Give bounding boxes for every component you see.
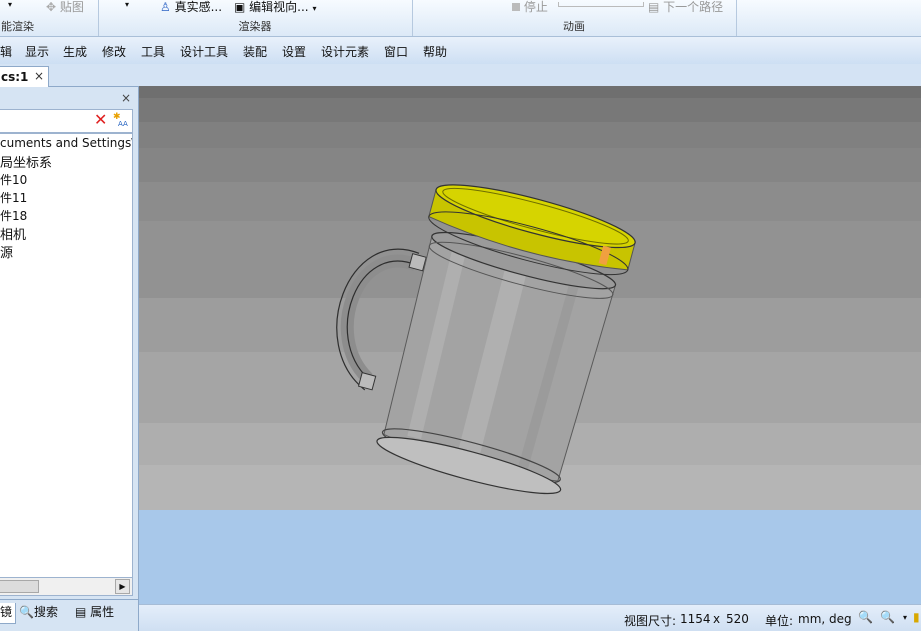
smart-render-group-label: 智能渲染	[0, 20, 34, 33]
menu-tools[interactable]: 工具	[141, 43, 165, 60]
viewport-scene	[139, 86, 921, 604]
menu-window[interactable]: 窗口	[384, 43, 408, 60]
camera-icon: ▣	[234, 0, 246, 14]
tree-item-part-11[interactable]: 件11	[0, 189, 27, 206]
horizontal-scrollbar[interactable]: ▶	[0, 577, 133, 596]
stop-icon	[512, 3, 520, 11]
animation-group-label: 动画	[563, 20, 585, 33]
menu-generate[interactable]: 生成	[63, 43, 87, 60]
dropdown-arrow-icon: ▾	[312, 4, 317, 13]
menu-bar: 辑 显示 生成 修改 工具 设计工具 装配 设置 设计元素 窗口 帮助	[0, 37, 921, 65]
unit-label: 单位:	[765, 614, 794, 628]
document-tab-title: cs:1	[1, 70, 29, 84]
realistic-button[interactable]: ♙ 真实感...	[160, 0, 222, 15]
next-path-label: 下一个路径	[663, 0, 724, 14]
close-icon[interactable]: ×	[34, 69, 44, 83]
tab-scene-browser-label: 镜	[0, 605, 13, 619]
tree-item-coordinate-system[interactable]: 局坐标系	[0, 152, 52, 171]
view-size-label: 视图尺寸:	[624, 614, 677, 628]
next-path-button[interactable]: ▤ 下一个路径	[648, 0, 723, 15]
tab-search[interactable]: 🔍搜索	[19, 603, 58, 623]
realistic-label: 真实感...	[174, 0, 223, 14]
search-field[interactable]: ✕ ✱ AA	[0, 109, 133, 133]
tree-item-part-10[interactable]: 件10	[0, 171, 27, 188]
menu-help[interactable]: 帮助	[423, 43, 447, 60]
edit-view-button[interactable]: ▣ 编辑视向... ▾	[234, 0, 316, 15]
stop-button[interactable]: 停止	[512, 0, 548, 15]
dropdown-arrow-icon[interactable]: ▾	[8, 0, 12, 9]
tab-properties-label: 属性	[90, 605, 115, 619]
ribbon: ✥ 贴图 ▾ 智能渲染 ▾ ♙ 真实感... ▣ 编辑视向... ▾ 渲染器 停…	[0, 0, 921, 37]
menu-edit[interactable]: 辑	[0, 43, 12, 60]
star-filter-icon[interactable]: ✱ AA	[113, 111, 129, 129]
svg-text:AA: AA	[118, 120, 128, 128]
stop-label: 停止	[523, 0, 548, 14]
close-icon[interactable]: ×	[121, 91, 131, 105]
menu-modify[interactable]: 修改	[102, 43, 126, 60]
renderer-group-label: 渲染器	[238, 20, 272, 33]
scene-tree: cuments and Settings\A 局坐标系 件10 件11 件18 …	[0, 133, 133, 578]
edit-view-label: 编辑视向...	[249, 0, 309, 14]
tab-properties[interactable]: ▤ 属性	[75, 603, 114, 623]
tree-item-part-18[interactable]: 件18	[0, 207, 27, 224]
tree-item-path[interactable]: cuments and Settings\A	[0, 136, 132, 150]
tab-search-label: 搜索	[33, 605, 58, 619]
scrollbar-thumb[interactable]	[0, 580, 39, 593]
dropdown-arrow-icon[interactable]: ▾	[903, 613, 907, 622]
lock-icon[interactable]: ▮	[913, 610, 920, 624]
person-icon: ♙	[160, 0, 171, 14]
properties-icon: ▤	[75, 605, 87, 619]
view-width-value: 1154	[680, 612, 711, 626]
3d-viewport[interactable]	[139, 86, 921, 604]
menu-design-elements[interactable]: 设计元素	[321, 43, 369, 60]
view-height-value: 520	[726, 612, 749, 626]
menu-design-tools[interactable]: 设计工具	[180, 43, 228, 60]
scroll-right-icon[interactable]: ▶	[115, 579, 130, 594]
unit-value: mm, deg	[798, 612, 852, 626]
paste-label: 贴图	[59, 0, 84, 14]
red-x-icon[interactable]: ✕	[94, 112, 107, 128]
menu-display[interactable]: 显示	[25, 43, 49, 60]
document-tab-strip: cs:1 ×	[0, 64, 921, 87]
dropdown-arrow-icon[interactable]: ▾	[125, 0, 129, 9]
zoom-in-icon[interactable]: 🔍	[858, 610, 873, 624]
status-bar: 视图尺寸: 1154 x 520 单位: mm, deg 🔍 🔍 ▾ ▮	[139, 604, 921, 631]
paste-button[interactable]: ✥ 贴图	[46, 0, 84, 15]
paste-icon: ✥	[46, 0, 57, 14]
menu-settings[interactable]: 设置	[282, 43, 306, 60]
zoom-out-icon[interactable]: 🔍	[880, 610, 895, 624]
menu-assembly[interactable]: 装配	[243, 43, 267, 60]
scene-browser-panel: × ✕ ✱ AA cuments and Settings\A 局坐标系 件10…	[0, 87, 139, 599]
tab-scene-browser[interactable]: 镜	[0, 603, 17, 624]
animation-slider[interactable]	[558, 2, 644, 7]
ribbon-group-smart-render: ✥ 贴图 ▾ 智能渲染	[0, 0, 99, 36]
panel-tabs: 镜 🔍搜索 ▤ 属性	[0, 599, 139, 631]
magnifier-icon: 🔍	[19, 605, 34, 619]
tree-item-camera[interactable]: 相机	[0, 224, 26, 243]
document-tab[interactable]: cs:1 ×	[0, 66, 49, 87]
ribbon-group-animation: 停止 ▤ 下一个路径 动画	[412, 0, 737, 36]
tree-item-light-source[interactable]: 源	[0, 242, 13, 261]
next-path-icon: ▤	[648, 0, 660, 14]
view-size-x: x	[713, 612, 721, 626]
ribbon-group-renderer: ▾ ♙ 真实感... ▣ 编辑视向... ▾ 渲染器	[98, 0, 413, 36]
